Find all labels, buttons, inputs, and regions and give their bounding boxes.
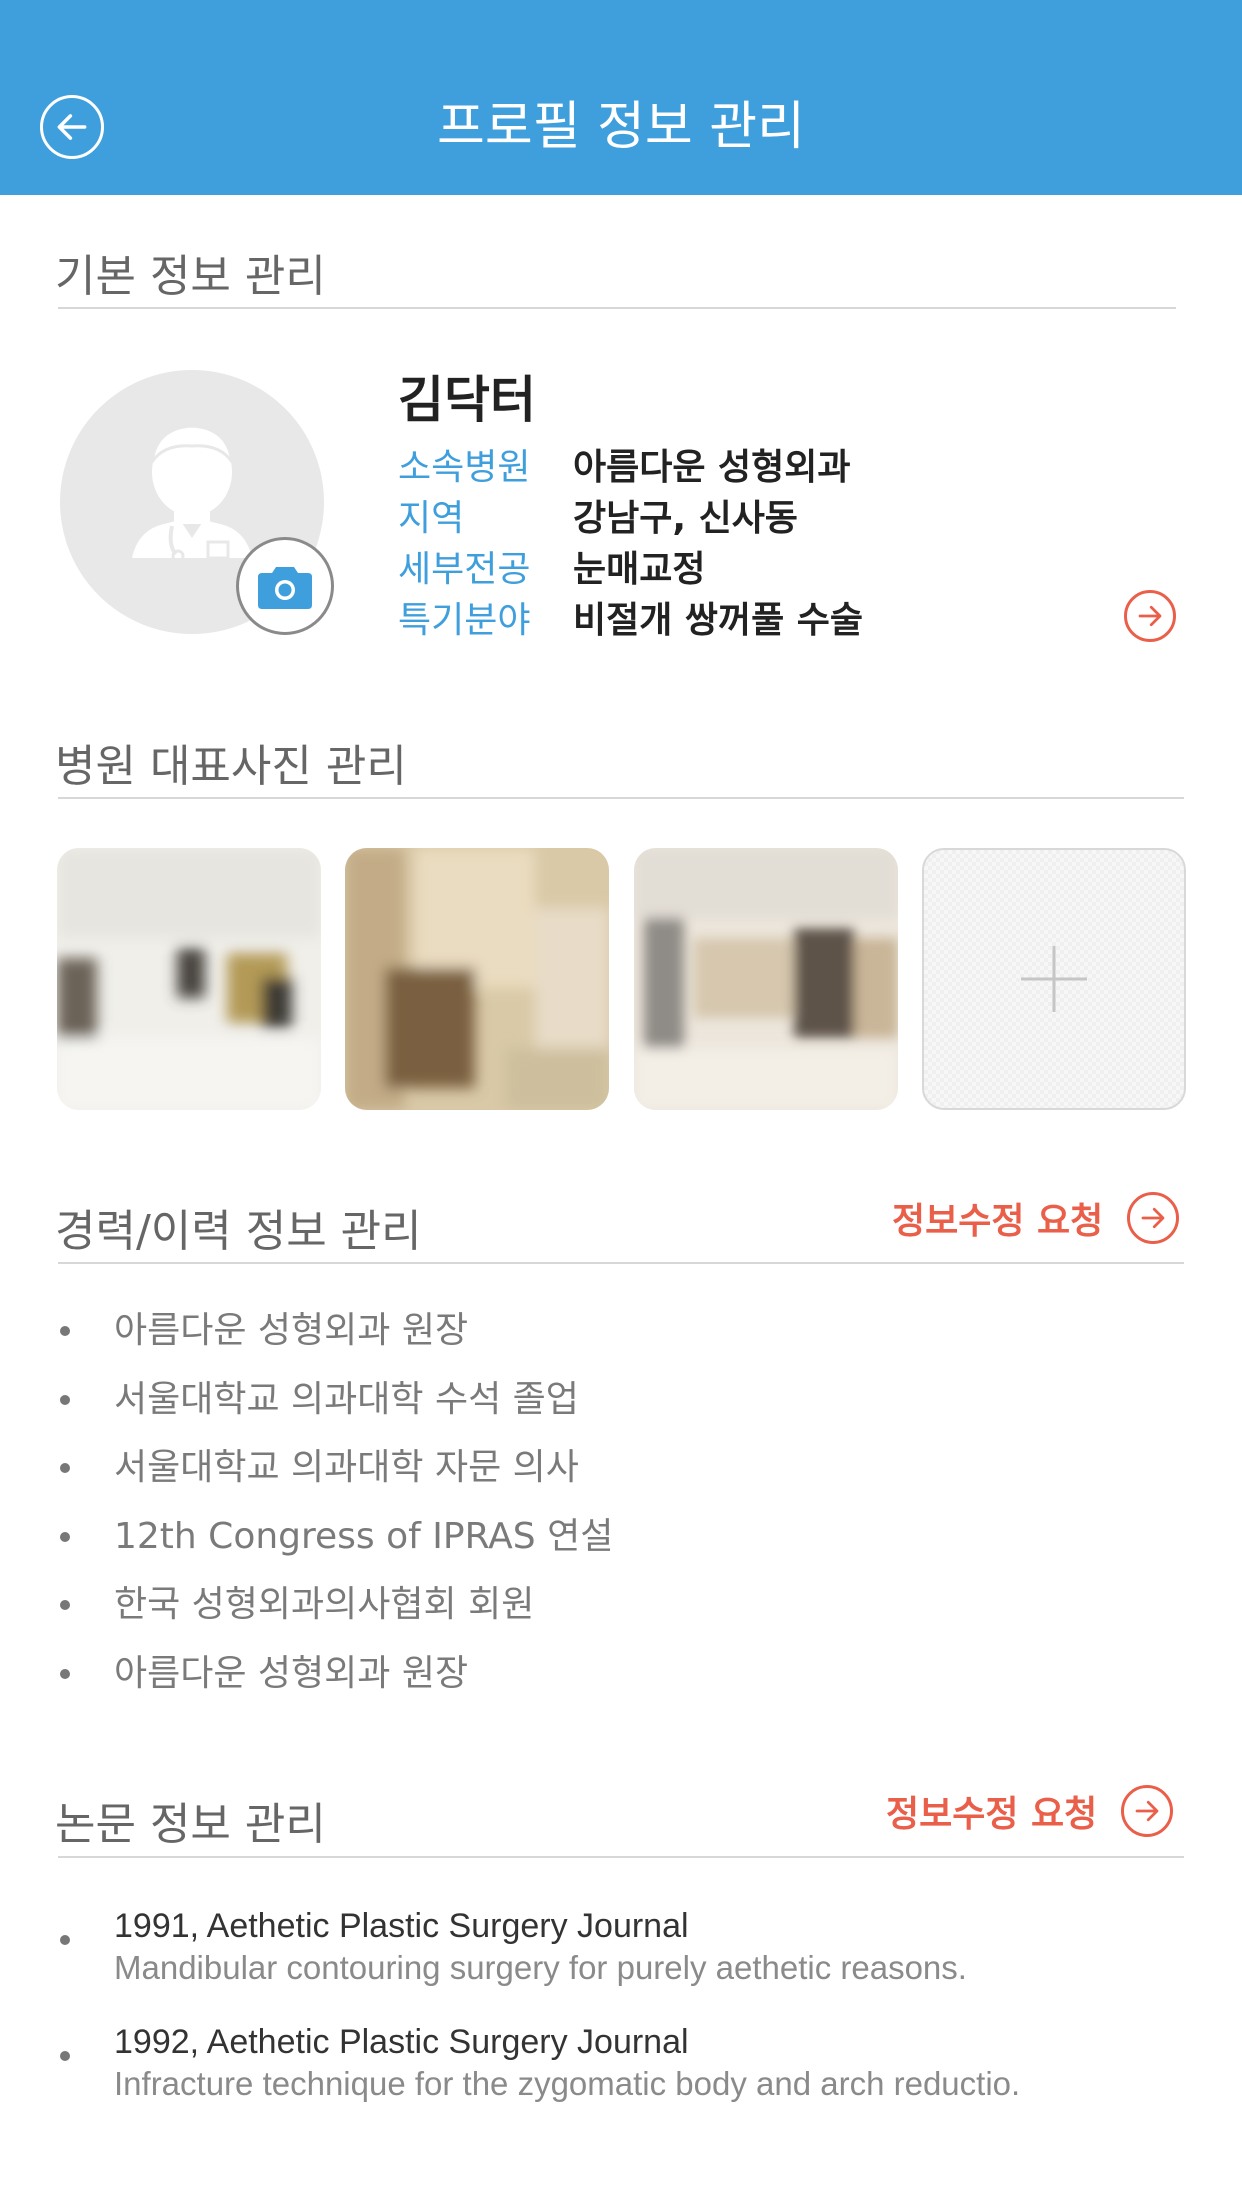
papers-section-title: 논문 정보 관리	[55, 1799, 326, 1850]
doctor-name: 김닥터	[398, 371, 536, 429]
page-title: 프로필 정보 관리	[437, 97, 805, 157]
info-value: 아름다운 성형외과	[573, 446, 851, 488]
info-label: 특기분야	[398, 599, 531, 641]
career-item: 아름다운 성형외과 원장	[58, 1297, 613, 1366]
change-photo-button[interactable]	[236, 537, 334, 635]
career-list: 아름다운 성형외과 원장 서울대학교 의과대학 수석 졸업 서울대학교 의과대학…	[58, 1297, 613, 1708]
add-photo-button[interactable]	[922, 848, 1186, 1110]
info-row-specialty: 세부전공 눈매교정	[398, 540, 863, 591]
divider	[58, 307, 1176, 309]
hospital-photo-2[interactable]	[345, 848, 609, 1110]
plus-icon	[1021, 946, 1087, 1012]
arrow-right-circle-icon	[1121, 1785, 1174, 1837]
paper-citation: 1992, Aethetic Plastic Surgery Journal	[114, 2023, 689, 2061]
edit-request-label: 정보수정 요청	[892, 1201, 1104, 1242]
hospital-photo-image	[345, 848, 609, 1110]
career-item: 서울대학교 의과대학 자문 의사	[58, 1434, 613, 1503]
info-row-hospital: 소속병원 아름다운 성형외과	[398, 438, 863, 489]
info-value: 비절개 쌍꺼풀 수술	[573, 599, 864, 641]
hospital-photo-1[interactable]	[57, 848, 321, 1110]
paper-citation: 1991, Aethetic Plastic Surgery Journal	[114, 1907, 689, 1945]
app-bar: 프로필 정보 관리	[0, 0, 1242, 195]
divider	[58, 797, 1184, 799]
info-label: 지역	[398, 497, 465, 539]
doctor-info-list: 소속병원 아름다운 성형외과 지역 강남구, 신사동 세부전공 눈매교정 특기분…	[398, 438, 863, 642]
career-item: 아름다운 성형외과 원장	[58, 1640, 613, 1709]
career-item: 한국 성형외과의사협회 회원	[58, 1571, 613, 1640]
paper-title: Mandibular contouring surgery for purely…	[114, 1949, 967, 1986]
hospital-photo-image	[634, 848, 898, 1110]
basic-info-section-title: 기본 정보 관리	[55, 251, 326, 302]
career-item: 서울대학교 의과대학 수석 졸업	[58, 1366, 613, 1435]
career-section-title: 경력/이력 정보 관리	[55, 1206, 422, 1257]
edit-request-label: 정보수정 요청	[886, 1794, 1098, 1835]
papers-edit-request-button[interactable]: 정보수정 요청	[886, 1785, 1174, 1837]
paper-item: 1992, Aethetic Plastic Surgery Journal I…	[58, 2021, 1114, 2105]
paper-title: Infracture technique for the zygomatic b…	[114, 2065, 1021, 2102]
papers-list: 1991, Aethetic Plastic Surgery Journal M…	[58, 1905, 1114, 2137]
edit-profile-button[interactable]	[1124, 590, 1176, 642]
photos-section-title: 병원 대표사진 관리	[55, 741, 407, 792]
divider	[58, 1856, 1184, 1858]
hospital-photo-image	[57, 848, 321, 1110]
divider	[58, 1262, 1184, 1264]
paper-item: 1991, Aethetic Plastic Surgery Journal M…	[58, 1905, 1114, 1989]
info-value: 강남구, 신사동	[573, 497, 798, 539]
career-edit-request-button[interactable]: 정보수정 요청	[892, 1192, 1180, 1244]
career-item: 12th Congress of IPRAS 연설	[58, 1503, 613, 1572]
arrow-right-circle-icon	[1124, 590, 1176, 642]
info-label: 세부전공	[398, 548, 531, 590]
arrow-right-circle-icon	[1127, 1192, 1180, 1244]
info-row-expertise: 특기분야 비절개 쌍꺼풀 수술	[398, 591, 863, 642]
hospital-photo-3[interactable]	[634, 848, 898, 1110]
info-label: 소속병원	[398, 446, 531, 488]
info-value: 눈매교정	[573, 548, 706, 590]
camera-icon	[258, 567, 312, 609]
info-row-region: 지역 강남구, 신사동	[398, 489, 863, 540]
